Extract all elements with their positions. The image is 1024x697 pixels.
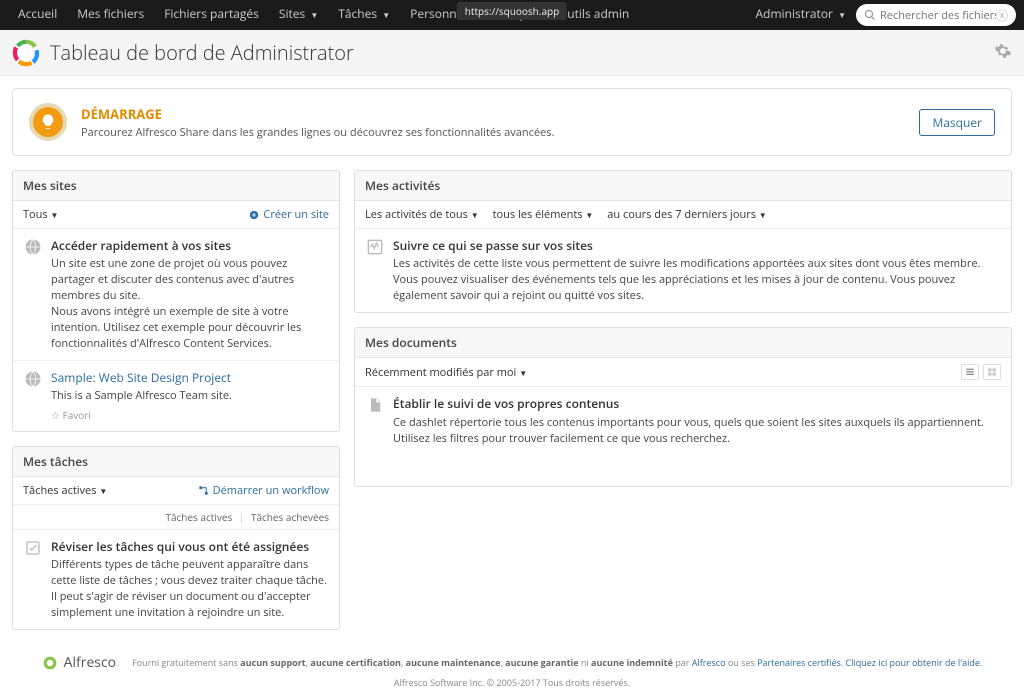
activities-filter-what[interactable]: tous les éléments ▼ <box>493 207 594 222</box>
activities-filter-who[interactable]: Les activités de tous ▼ <box>365 207 479 222</box>
activity-icon <box>365 237 385 257</box>
clear-icon[interactable]: ⓧ <box>996 7 1008 24</box>
tab-completed-tasks[interactable]: Tâches achevées <box>251 510 329 524</box>
global-search[interactable]: ⓧ <box>856 4 1016 26</box>
lightbulb-icon <box>29 103 67 141</box>
top-nav: Accueil Mes fichiers Fichiers partagés S… <box>0 0 1024 30</box>
alfresco-logo-icon <box>12 39 40 67</box>
chevron-down-icon: ▼ <box>382 10 390 21</box>
tasks-intro-title: Réviser les tâches qui vous ont été assi… <box>51 538 329 555</box>
footer: Alfresco Fourni gratuitement sans aucun … <box>0 642 1024 697</box>
chevron-down-icon: ▼ <box>51 210 59 221</box>
dashlet-heading: Mes sites <box>13 171 339 201</box>
hide-banner-button[interactable]: Masquer <box>919 109 995 136</box>
site-item: Sample: Web Site Design Project This is … <box>13 361 339 431</box>
nav-fichiers-partages[interactable]: Fichiers partagés <box>154 0 269 31</box>
dashlet-my-documents: Mes documents Récemment modifiés par moi… <box>354 327 1012 487</box>
search-icon <box>864 9 876 21</box>
chevron-down-icon: ▼ <box>585 210 593 221</box>
dashlet-my-sites: Mes sites Tous ▼ Créer un site Accéder r… <box>12 170 340 432</box>
document-icon <box>365 395 385 415</box>
footer-link-help[interactable]: Cliquez ici pour obtenir de l'aide <box>846 656 980 669</box>
page-header: Tableau de bord de Administrator <box>0 30 1024 76</box>
url-badge: https://squoosh.app <box>457 2 567 20</box>
docs-filter-dropdown[interactable]: Récemment modifiés par moi ▼ <box>365 365 527 380</box>
tasks-filter-dropdown[interactable]: Tâches actives ▼ <box>23 483 107 498</box>
dashlet-my-tasks: Mes tâches Tâches actives ▼ Démarrer un … <box>12 446 340 630</box>
dashlet-heading: Mes tâches <box>13 447 339 477</box>
start-workflow-link[interactable]: Démarrer un workflow <box>198 483 329 498</box>
chevron-down-icon: ▼ <box>519 368 527 379</box>
create-site-link[interactable]: Créer un site <box>249 207 329 222</box>
search-input[interactable] <box>880 8 996 23</box>
chevron-down-icon: ▼ <box>310 10 318 21</box>
gear-icon[interactable] <box>994 42 1012 64</box>
alfresco-logo-icon <box>42 655 58 671</box>
view-grid-button[interactable] <box>983 364 1001 380</box>
checkbox-icon <box>23 538 43 558</box>
intro-title: Accéder rapidement à vos sites <box>51 237 329 254</box>
chevron-down-icon: ▼ <box>759 210 767 221</box>
footer-link-alfresco[interactable]: Alfresco <box>692 656 726 669</box>
footer-brand: Alfresco <box>64 652 116 674</box>
chevron-down-icon: ▼ <box>838 10 846 21</box>
docs-intro: Établir le suivi de vos propres contenus… <box>355 387 1011 454</box>
activities-intro-title: Suivre ce qui se passe sur vos sites <box>393 237 1001 254</box>
chevron-down-icon: ▼ <box>471 210 479 221</box>
globe-icon <box>23 237 43 257</box>
docs-intro-title: Établir le suivi de vos propres contenus <box>393 395 1001 412</box>
tab-active-tasks[interactable]: Tâches actives <box>165 510 232 524</box>
banner-text: Parcourez Alfresco Share dans les grande… <box>81 125 554 140</box>
nav-mes-fichiers[interactable]: Mes fichiers <box>67 0 154 31</box>
activities-intro: Suivre ce qui se passe sur vos sites Les… <box>355 229 1011 312</box>
dashlet-heading: Mes activités <box>355 171 1011 201</box>
nav-taches[interactable]: Tâches ▼ <box>328 0 400 31</box>
sites-filter-dropdown[interactable]: Tous ▼ <box>23 207 58 222</box>
dashlet-my-activities: Mes activités Les activités de tous ▼ to… <box>354 170 1012 313</box>
grid-icon <box>987 367 997 377</box>
plus-icon <box>249 210 259 220</box>
activities-filter-when[interactable]: au cours des 7 derniers jours ▼ <box>607 207 766 222</box>
view-list-button[interactable] <box>961 364 979 380</box>
banner-title: DÉMARRAGE <box>81 105 554 123</box>
user-menu[interactable]: Administrator ▼ <box>746 0 856 31</box>
chevron-down-icon: ▼ <box>99 486 107 497</box>
globe-icon <box>23 369 43 389</box>
list-icon <box>965 367 975 377</box>
getting-started-banner: DÉMARRAGE Parcourez Alfresco Share dans … <box>12 88 1012 156</box>
sites-intro: Accéder rapidement à vos sites Un site e… <box>13 229 339 361</box>
favorite-toggle[interactable]: ☆ Favori <box>51 408 232 423</box>
nav-sites[interactable]: Sites ▼ <box>269 0 328 31</box>
dashlet-heading: Mes documents <box>355 328 1011 358</box>
nav-accueil[interactable]: Accueil <box>8 0 67 31</box>
footer-copyright: Alfresco Software Inc. © 2005-2017 Tous … <box>0 676 1024 690</box>
tasks-intro: Réviser les tâches qui vous ont été assi… <box>13 530 339 629</box>
footer-link-partners[interactable]: Partenaires certifiés <box>757 656 841 669</box>
tasks-subtabs: Tâches actives | Tâches achevées <box>13 505 339 530</box>
workflow-icon <box>198 485 209 496</box>
site-link[interactable]: Sample: Web Site Design Project <box>51 369 232 386</box>
page-title: Tableau de bord de Administrator <box>50 39 994 66</box>
